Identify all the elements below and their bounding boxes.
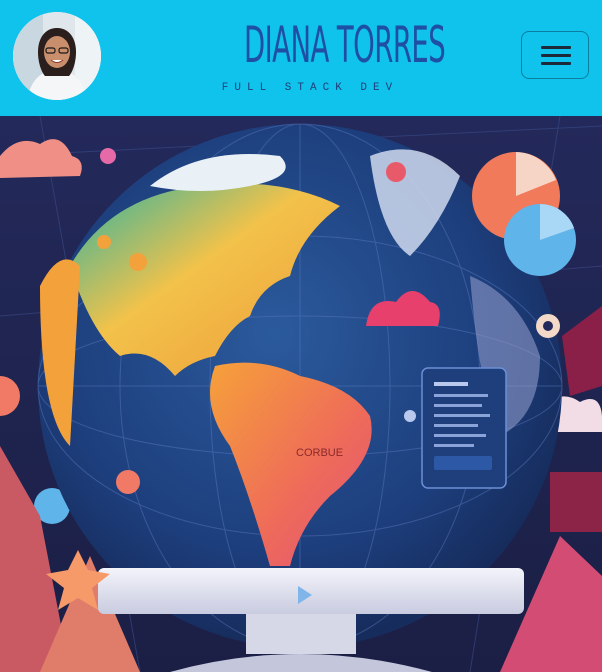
hero-image: CORBUE bbox=[0, 116, 602, 672]
person-photo-icon bbox=[13, 12, 101, 100]
brand-role: FULL STACK DEV bbox=[221, 82, 399, 94]
hamburger-menu-button[interactable] bbox=[521, 31, 589, 79]
dashboard-panel bbox=[421, 367, 507, 489]
profile-avatar[interactable] bbox=[13, 12, 101, 100]
map-label: CORBUE bbox=[296, 447, 343, 459]
brand-name: DIANA TORRES bbox=[244, 16, 446, 74]
hamburger-icon bbox=[541, 46, 571, 49]
top-navbar: DIANA TORRES FULL STACK DEV bbox=[0, 0, 602, 116]
brand-logo[interactable]: DIANA TORRES FULL STACK DEV bbox=[190, 16, 446, 94]
globe-illustration: CORBUE bbox=[0, 116, 602, 672]
